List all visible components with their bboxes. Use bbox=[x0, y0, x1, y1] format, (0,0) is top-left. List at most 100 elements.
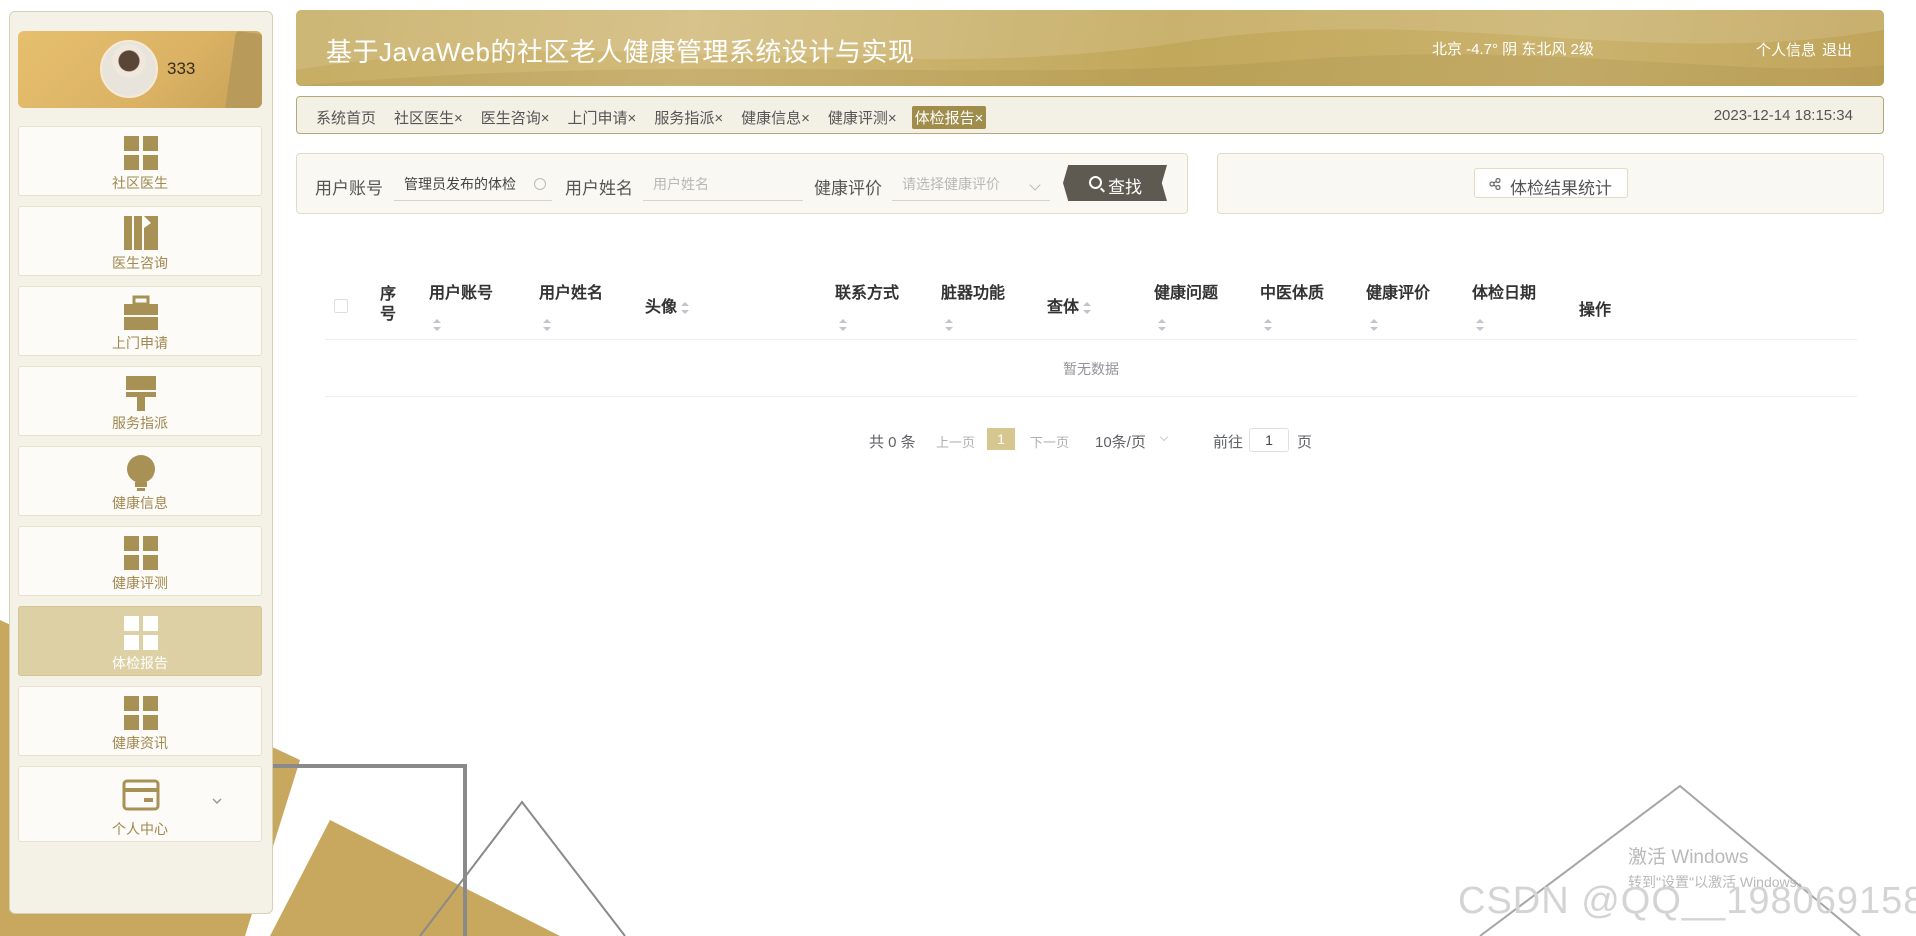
col-avatar[interactable]: 头像 bbox=[645, 293, 690, 317]
tab-community-doctor[interactable]: 社区医生× bbox=[391, 106, 466, 129]
profile-card-fold bbox=[224, 31, 262, 108]
sidebar-item-service-assign[interactable]: 服务指派 bbox=[18, 366, 262, 436]
checkup-table: 序号 用户账号 用户姓名 头像 联系方式 脏器功能 查体 健康问题 中医体质 健… bbox=[325, 265, 1857, 397]
sort-icon bbox=[1370, 319, 1378, 331]
page-1-button[interactable]: 1 bbox=[987, 428, 1015, 450]
rating-label: 健康评价 bbox=[814, 179, 882, 198]
empty-text: 暂无数据 bbox=[1063, 361, 1119, 377]
sort-icon bbox=[945, 319, 953, 331]
chevron-down-icon bbox=[212, 798, 222, 805]
avatar bbox=[100, 40, 158, 98]
col-index: 序号 bbox=[380, 286, 397, 323]
page-size-select[interactable]: 10条/页 bbox=[1095, 431, 1146, 452]
sidebar-item-label: 医生咨询 bbox=[112, 255, 168, 271]
sort-icon bbox=[1476, 319, 1484, 331]
sidebar-item-label: 个人中心 bbox=[112, 821, 168, 837]
prev-page-button[interactable]: 上一页 bbox=[936, 432, 975, 451]
search-icon bbox=[1089, 176, 1102, 189]
tabs-bar: 系统首页 社区医生× 医生咨询× 上门申请× 服务指派× 健康信息× 健康评测×… bbox=[296, 96, 1884, 134]
grid-icon bbox=[124, 696, 158, 730]
sidebar-item-label: 体检报告 bbox=[112, 655, 168, 671]
grid-icon bbox=[124, 136, 158, 170]
account-label: 用户账号 bbox=[315, 179, 383, 198]
account-input[interactable] bbox=[394, 167, 552, 201]
sidebar-item-label: 健康信息 bbox=[112, 495, 168, 511]
share-icon bbox=[1489, 178, 1501, 190]
goto-label: 前往 bbox=[1213, 434, 1244, 451]
user-profile-card[interactable]: 333 bbox=[18, 31, 262, 108]
search-panel: 用户账号 用户姓名 健康评价 查找 bbox=[296, 153, 1188, 214]
search-button[interactable]: 查找 bbox=[1063, 165, 1167, 201]
col-contact[interactable]: 联系方式 bbox=[835, 279, 899, 331]
empty-row: 暂无数据 bbox=[325, 340, 1857, 397]
clear-icon[interactable] bbox=[534, 178, 546, 190]
sidebar-item-label: 上门申请 bbox=[112, 335, 168, 351]
sidebar: 333 社区医生 医生咨询 上门申请 服务指派 健康信息 健康评测 体检报告 健… bbox=[9, 11, 273, 914]
sort-icon bbox=[1264, 319, 1272, 331]
user-name: 333 bbox=[167, 59, 196, 78]
header-links: 个人信息 退出 bbox=[1756, 39, 1858, 60]
tab-checkup-report[interactable]: 体检报告× bbox=[911, 106, 987, 129]
sidebar-item-doctor-consult[interactable]: 医生咨询 bbox=[18, 206, 262, 276]
briefcase-icon bbox=[124, 295, 158, 330]
current-datetime: 2023-12-14 18:15:34 bbox=[1713, 107, 1853, 124]
col-checkup-date[interactable]: 体检日期 bbox=[1472, 279, 1536, 331]
sidebar-item-health-info[interactable]: 健康信息 bbox=[18, 446, 262, 516]
sidebar-item-label: 社区医生 bbox=[112, 175, 168, 191]
goto-page-input[interactable] bbox=[1249, 428, 1289, 452]
col-name[interactable]: 用户姓名 bbox=[539, 279, 603, 331]
sidebar-item-label: 健康评测 bbox=[112, 575, 168, 591]
sort-icon bbox=[1158, 319, 1166, 331]
next-page-button[interactable]: 下一页 bbox=[1030, 432, 1069, 451]
sort-icon bbox=[433, 319, 441, 331]
brush-icon bbox=[126, 376, 156, 411]
csdn-watermark: CSDN @QQ__1980691580 bbox=[1458, 880, 1916, 922]
col-account[interactable]: 用户账号 bbox=[429, 279, 493, 331]
tab-service-assign[interactable]: 服务指派× bbox=[651, 106, 726, 129]
col-health-rating[interactable]: 健康评价 bbox=[1366, 279, 1430, 331]
col-actions: 操作 bbox=[1579, 302, 1612, 319]
select-all-checkbox[interactable] bbox=[334, 299, 348, 313]
sidebar-item-label: 服务指派 bbox=[112, 415, 168, 431]
sidebar-item-checkup-report[interactable]: 体检报告 bbox=[18, 606, 262, 676]
grid-icon bbox=[124, 616, 158, 650]
rating-select[interactable] bbox=[892, 167, 1050, 201]
sidebar-item-label: 健康资讯 bbox=[112, 735, 168, 751]
card-icon bbox=[122, 779, 160, 811]
tab-health-info[interactable]: 健康信息× bbox=[738, 106, 813, 129]
tab-home-visit[interactable]: 上门申请× bbox=[565, 106, 640, 129]
tabs-list: 系统首页 社区医生× 医生咨询× 上门申请× 服务指派× 健康信息× 健康评测×… bbox=[313, 106, 987, 129]
name-label: 用户姓名 bbox=[565, 179, 633, 198]
logout-link[interactable]: 退出 bbox=[1822, 42, 1852, 59]
sidebar-item-health-eval[interactable]: 健康评测 bbox=[18, 526, 262, 596]
weather-info: 北京 -4.7° 阴 东北风 2级 bbox=[1432, 41, 1594, 58]
sidebar-item-community-doctor[interactable]: 社区医生 bbox=[18, 126, 262, 196]
sort-icon bbox=[681, 301, 690, 314]
top-header: 基于JavaWeb的社区老人健康管理系统设计与实现 北京 -4.7° 阴 东北风… bbox=[296, 10, 1884, 86]
lightbulb-icon bbox=[127, 455, 155, 491]
sidebar-item-health-news[interactable]: 健康资讯 bbox=[18, 686, 262, 756]
col-organ-function[interactable]: 脏器功能 bbox=[941, 279, 1005, 331]
total-count: 共 0 条 bbox=[869, 434, 916, 451]
profile-link[interactable]: 个人信息 bbox=[1756, 42, 1816, 59]
name-input[interactable] bbox=[643, 167, 803, 201]
sort-icon bbox=[543, 319, 551, 331]
tab-home[interactable]: 系统首页 bbox=[313, 106, 379, 129]
checkup-stats-button[interactable]: 体检结果统计 bbox=[1474, 168, 1628, 198]
sort-icon bbox=[1083, 301, 1092, 314]
sidebar-item-personal-center[interactable]: 个人中心 bbox=[18, 766, 262, 842]
page-title: 基于JavaWeb的社区老人健康管理系统设计与实现 bbox=[326, 37, 915, 67]
background-decoration bbox=[0, 620, 1861, 936]
table-header: 序号 用户账号 用户姓名 头像 联系方式 脏器功能 查体 健康问题 中医体质 健… bbox=[325, 265, 1857, 340]
books-icon bbox=[124, 216, 158, 250]
stats-panel: 体检结果统计 bbox=[1217, 153, 1884, 214]
sidebar-item-home-visit[interactable]: 上门申请 bbox=[18, 286, 262, 356]
col-tcm-constitution[interactable]: 中医体质 bbox=[1260, 279, 1324, 331]
col-health-issue[interactable]: 健康问题 bbox=[1154, 279, 1218, 331]
page-suffix: 页 bbox=[1297, 434, 1313, 451]
grid-icon bbox=[124, 536, 158, 570]
tab-doctor-consult[interactable]: 医生咨询× bbox=[478, 106, 553, 129]
tab-health-eval[interactable]: 健康评测× bbox=[825, 106, 900, 129]
sort-icon bbox=[839, 319, 847, 331]
col-physical-exam[interactable]: 查体 bbox=[1047, 293, 1092, 317]
